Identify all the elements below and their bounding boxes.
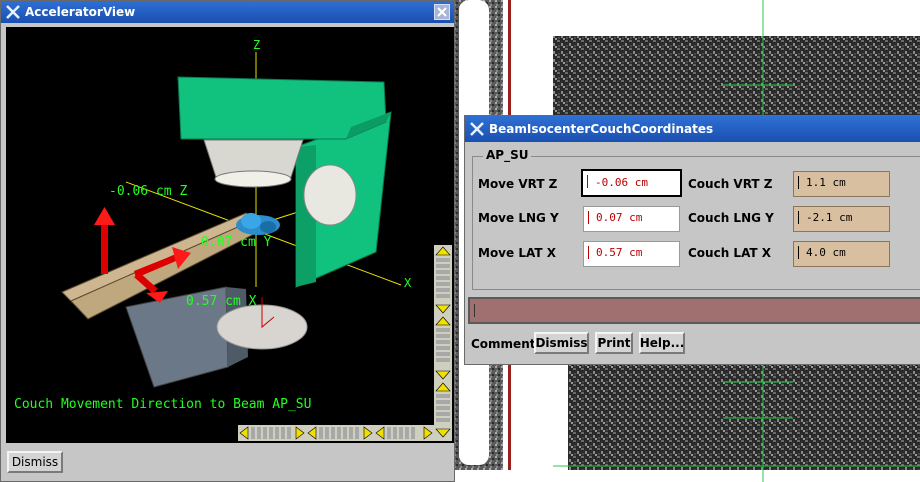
help-button[interactable]: Help... (639, 332, 685, 354)
couch-lng-label: Couch LNG Y (688, 211, 774, 225)
gantry-disk (303, 164, 357, 226)
move-vrt-label: Move VRT Z (478, 177, 558, 191)
coords-window: BeamIsocenterCouchCoordinates AP_SU Move… (464, 115, 920, 365)
coords-titlebar[interactable]: BeamIsocenterCouchCoordinates (465, 116, 920, 142)
axis-x-label: X (404, 276, 412, 290)
move-vrt-field[interactable]: -0.06 cm (581, 169, 682, 197)
group-label: AP_SU (483, 148, 532, 162)
move-x-label: 0.57 cm X (186, 294, 257, 309)
accelerator-scene: Z X -0.06 cm Z 0.07 cm Y 0.57 cm X Couch… (14, 38, 412, 412)
window-title: AcceleratorView (25, 5, 136, 19)
horizontal-view-controls[interactable] (238, 425, 434, 441)
app-x-icon (470, 122, 484, 136)
vertical-view-controls[interactable] (434, 245, 452, 441)
coords-dismiss-button[interactable]: Dismiss (534, 332, 589, 354)
comment-label: Comment (471, 337, 536, 351)
axis-z-label: Z (253, 38, 260, 52)
couch-lng-field: -2.1 cm (793, 206, 890, 232)
couch-vrt-label: Couch VRT Z (688, 177, 773, 191)
scene-caption: Couch Movement Direction to Beam AP_SU (14, 397, 311, 412)
app-x-icon (6, 5, 20, 19)
window-title: BeamIsocenterCouchCoordinates (489, 122, 714, 136)
close-icon[interactable] (434, 4, 450, 20)
move-y-label: 0.07 cm Y (201, 235, 272, 250)
accelerator-view-window: AcceleratorView Z X -0.06 cm Z 0.07 cm Y… (0, 0, 455, 482)
move-lat-field[interactable]: 0.57 cm (583, 241, 680, 267)
comment-field[interactable] (468, 297, 920, 324)
couch-lat-field: 4.0 cm (793, 241, 890, 267)
move-lng-label: Move LNG Y (478, 211, 559, 225)
accelerator-dismiss-button[interactable]: Dismiss (7, 451, 63, 473)
move-lng-field[interactable]: 0.07 cm (583, 206, 680, 232)
move-z-label: -0.06 cm Z (109, 184, 187, 199)
print-button[interactable]: Print (595, 332, 633, 354)
couch-arrow-vertical (94, 207, 115, 274)
move-lat-label: Move LAT X (478, 246, 556, 260)
couch-vrt-field: 1.1 cm (793, 171, 890, 197)
couch-lat-label: Couch LAT X (688, 246, 772, 260)
accelerator-view-titlebar[interactable]: AcceleratorView (1, 1, 454, 23)
3d-viewport[interactable]: Z X -0.06 cm Z 0.07 cm Y 0.57 cm X Couch… (6, 27, 454, 443)
